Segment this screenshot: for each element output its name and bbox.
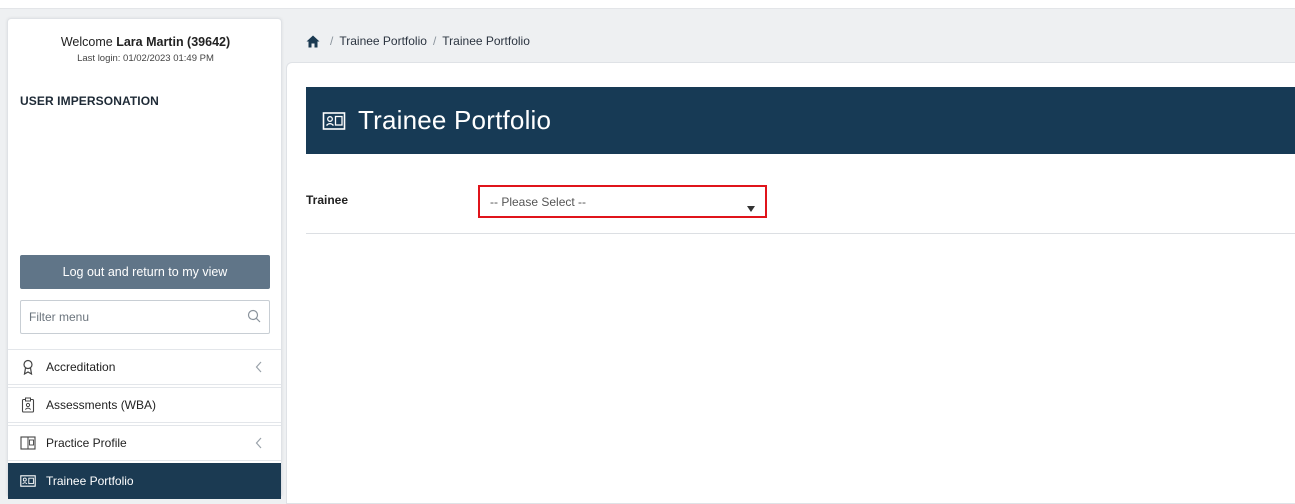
sidebar-menu: Accreditation Assessments (WBA) Practice… [8, 349, 281, 501]
ribbon-icon [20, 359, 36, 375]
logout-return-button[interactable]: Log out and return to my view [20, 255, 270, 289]
breadcrumb-link-trainee-portfolio[interactable]: Trainee Portfolio [339, 34, 427, 48]
sidebar-item-label: Trainee Portfolio [46, 474, 134, 488]
last-login: Last login: 01/02/2023 01:49 PM [77, 53, 214, 64]
welcome-text: Welcome Lara Martin (39642) [8, 35, 283, 49]
trainee-select[interactable]: -- Please Select -- [478, 185, 767, 218]
welcome-prefix: Welcome [60, 35, 113, 49]
trainee-label: Trainee [306, 193, 349, 207]
breadcrumb-separator: / [330, 34, 334, 48]
sidebar-item-label: Practice Profile [46, 436, 127, 450]
id-card-icon [20, 473, 36, 489]
sidebar-item-practice-profile[interactable]: Practice Profile [8, 425, 281, 461]
id-card-icon [322, 111, 346, 131]
trainee-select-value: -- Please Select -- [490, 195, 587, 209]
sidebar-item-trainee-portfolio[interactable]: Trainee Portfolio [8, 463, 281, 499]
book-icon [20, 435, 36, 451]
impersonation-heading: USER IMPERSONATION [20, 94, 159, 108]
home-icon[interactable] [306, 35, 320, 48]
filter-menu-field [20, 300, 270, 334]
chevron-left-icon [255, 361, 263, 373]
chevron-left-icon [255, 437, 263, 449]
page-header: Trainee Portfolio [306, 87, 1295, 154]
sidebar-item-assessments[interactable]: Assessments (WBA) [8, 387, 281, 423]
clipboard-icon [20, 397, 36, 413]
sidebar-item-label: Assessments (WBA) [46, 398, 157, 412]
breadcrumb: / Trainee Portfolio / Trainee Portfolio [306, 34, 530, 48]
breadcrumb-current: Trainee Portfolio [442, 34, 530, 48]
sidebar-item-accreditation[interactable]: Accreditation [8, 349, 281, 385]
divider [306, 233, 1295, 234]
sidebar: Welcome Lara Martin (39642) Last login: … [7, 18, 283, 499]
page-title: Trainee Portfolio [358, 105, 552, 135]
filter-menu-input[interactable] [21, 301, 241, 333]
breadcrumb-separator: / [432, 34, 437, 48]
search-icon[interactable] [247, 309, 261, 323]
sidebar-item-label: Accreditation [46, 360, 116, 374]
caret-down-icon [747, 199, 755, 212]
user-name: Lara Martin (39642) [116, 35, 231, 49]
